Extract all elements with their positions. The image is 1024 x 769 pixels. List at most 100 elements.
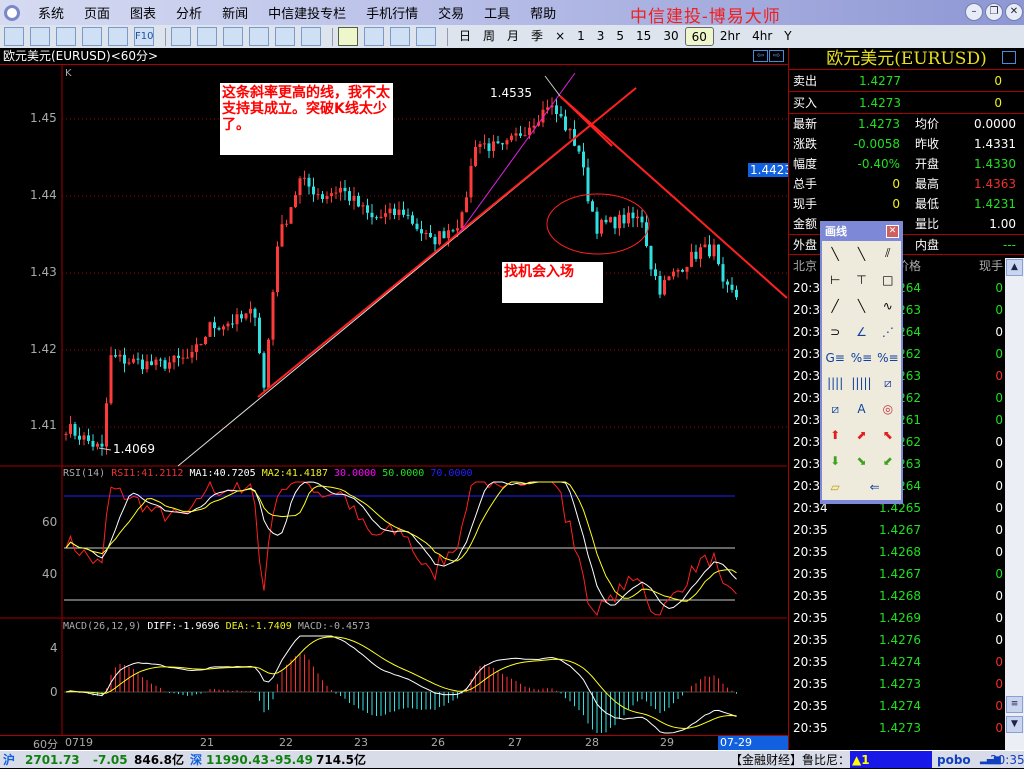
scroll-thumb[interactable]: ≡ [1006, 696, 1023, 713]
draw-tool-icon[interactable]: ⫽ [875, 241, 901, 267]
draw-tool-icon[interactable]: |||| [822, 370, 848, 396]
period-button[interactable]: 2hr [714, 27, 746, 46]
candle-body [73, 424, 77, 436]
annotation-note[interactable]: 这条斜率更高的线，我不太支持其成立。突破K线太少了。 [220, 83, 393, 155]
menu-item[interactable]: 工具 [474, 3, 520, 22]
period-button[interactable]: 30 [657, 27, 684, 46]
tick-list-scrollbar[interactable]: ▲ ≡ ▼ [1005, 258, 1024, 750]
close-button[interactable]: ✕ [1005, 3, 1023, 21]
draw-tool-icon[interactable]: %≡ [848, 345, 874, 371]
draw-tool-icon[interactable]: □ [875, 267, 901, 293]
period-button[interactable]: 日 [453, 27, 477, 46]
clock: 20:35 [990, 753, 1024, 767]
switch-icon[interactable] [275, 27, 295, 46]
draw-tool-icon[interactable]: ⋰ [875, 319, 901, 345]
draw-tool-icon[interactable]: G≡ [822, 345, 848, 371]
scroll-down-icon[interactable]: ▼ [1006, 716, 1023, 733]
select-icon[interactable] [249, 27, 269, 46]
quote-label: 幅度 [793, 157, 818, 171]
title-bar: 系统 页面 图表 分析 新闻 中信建投专栏 手机行情 交易 工具 帮助 中信建投-博易大师 – ❐… [0, 0, 1024, 27]
chart-canvas[interactable] [0, 0, 788, 750]
sidebar-icon[interactable] [301, 27, 321, 46]
scroll-right-button[interactable]: ⇨ [769, 50, 784, 62]
draw-tool-icon[interactable]: ╲ [848, 241, 874, 267]
draw-tool-icon[interactable]: ∿ [875, 293, 901, 319]
maximize-icon[interactable] [1002, 51, 1016, 64]
period-button[interactable]: × [549, 27, 571, 46]
draw-tool-icon[interactable]: A [848, 396, 874, 422]
back-icon[interactable] [4, 27, 24, 46]
quote-label: 最高 [915, 177, 940, 191]
draw-tool-icon[interactable]: ⬊ [848, 448, 874, 474]
draw-tool-icon[interactable]: ╱ [822, 293, 848, 319]
period-button[interactable]: 1 [571, 27, 591, 46]
draw-tool-icon[interactable]: ⬉ [875, 422, 901, 448]
annotation-note-entry[interactable]: 找机会入场 [502, 262, 603, 303]
draw-tool-icon[interactable]: ╲ [848, 293, 874, 319]
app-icon[interactable] [4, 4, 20, 21]
draw-tool-icon[interactable]: ⬇ [822, 448, 848, 474]
restore-button[interactable]: ❐ [985, 3, 1003, 21]
period-button[interactable]: 5 [610, 27, 630, 46]
users-icon[interactable] [390, 27, 410, 46]
menu-item[interactable]: 中信建投专栏 [258, 3, 356, 22]
f10-icon[interactable]: F10 [134, 27, 154, 46]
list-icon[interactable] [82, 27, 102, 46]
draw-tool-icon[interactable]: ⊃ [822, 319, 848, 345]
draw-tool-icon[interactable]: ⬈ [848, 422, 874, 448]
candle-body [591, 201, 594, 212]
scroll-up-icon[interactable]: ▲ [1006, 259, 1023, 276]
period-button[interactable]: 4hr [746, 27, 778, 46]
period-button[interactable]: 60 [684, 27, 714, 46]
menu-item[interactable]: 分析 [166, 3, 212, 22]
scroll-left-button[interactable]: ⇦ [753, 50, 768, 62]
kline-icon[interactable] [56, 27, 76, 46]
minimize-button[interactable]: – [965, 3, 983, 21]
palette-close-button[interactable]: ✕ [886, 225, 899, 238]
draw-tool-icon[interactable]: ⊢ [822, 267, 848, 293]
draw-tool-icon[interactable]: %≡ [875, 345, 901, 371]
menu-item[interactable]: 帮助 [520, 3, 566, 22]
candle-body [649, 246, 653, 270]
candle-body [429, 232, 432, 237]
draw-tool-icon[interactable]: ⬆ [822, 422, 848, 448]
draw-tool-icon[interactable]: ⇐ [848, 474, 901, 500]
period-button[interactable]: 3 [591, 27, 611, 46]
draw-tool-icon[interactable]: ∠ [848, 319, 874, 345]
flash-icon[interactable] [416, 27, 436, 46]
draw-tool-icon[interactable]: ◎ [875, 396, 901, 422]
quote-value: -0.0058 [853, 137, 900, 151]
period-button[interactable]: 月 [501, 27, 525, 46]
menu-item[interactable]: 新闻 [212, 3, 258, 22]
period-button[interactable]: 15 [630, 27, 657, 46]
candle-body [127, 362, 131, 364]
draw-icon[interactable] [338, 27, 358, 46]
menu-item[interactable]: 手机行情 [356, 3, 428, 22]
draw-tool-icon[interactable]: ⬋ [875, 448, 901, 474]
draw-tool-icon[interactable]: ▱ [822, 474, 848, 500]
refresh-icon[interactable] [171, 27, 191, 46]
menu-item[interactable]: 页面 [74, 3, 120, 22]
zoom-in-icon[interactable] [197, 27, 217, 46]
news-ticker[interactable]: 【金融财经】鲁比尼：希 [730, 751, 862, 769]
quote-value: -0.40% [857, 157, 900, 171]
draw-tool-icon[interactable]: ||||| [848, 370, 874, 396]
candle-body [312, 186, 315, 195]
menu-item[interactable]: 系统 [28, 3, 74, 22]
candle-body [253, 308, 257, 318]
zoom-out-icon[interactable] [223, 27, 243, 46]
alert-indicator[interactable]: ▲1 [850, 751, 932, 768]
palette-titlebar[interactable]: 画线 ✕ [822, 223, 901, 241]
draw-tool-icon[interactable]: ⧄ [875, 370, 901, 396]
draw-tool-icon[interactable]: ⊤ [848, 267, 874, 293]
menu-item[interactable]: 图表 [120, 3, 166, 22]
draw-tool-icon[interactable]: ⧄ [822, 396, 848, 422]
period-button[interactable]: 周 [477, 27, 501, 46]
period-button[interactable]: Y [778, 27, 797, 46]
period-button[interactable]: 季 [525, 27, 549, 46]
line-chart-icon[interactable] [30, 27, 50, 46]
menu-item[interactable]: 交易 [428, 3, 474, 22]
alarm-icon[interactable] [364, 27, 384, 46]
report-icon[interactable] [108, 27, 128, 46]
draw-tool-icon[interactable]: ╲ [822, 241, 848, 267]
